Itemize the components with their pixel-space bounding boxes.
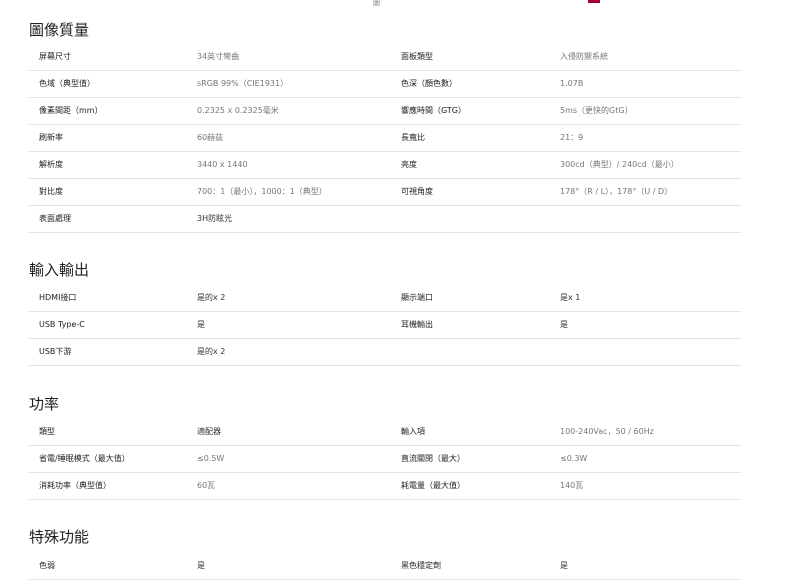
spec-value: 1.07B	[560, 79, 584, 88]
spec-label: 色弱	[39, 561, 55, 570]
spec-value: 21：9	[560, 133, 584, 142]
spec-label: 類型	[39, 427, 55, 436]
spec-label: USB Type-C	[39, 320, 85, 329]
section-title: 功率	[29, 395, 60, 413]
spec-row: 屏幕尺寸 34英寸彎曲 面板類型 入侵防禦系統	[29, 44, 741, 71]
spec-value: 300cd（典型）/ 240cd（最小）	[560, 160, 679, 169]
section-special-features: 特殊功能 色弱 是 黑色穩定劑 是	[29, 526, 741, 580]
spec-label: 耳機輸出	[401, 320, 433, 329]
spec-value: 60赫茲	[197, 133, 224, 142]
spec-value: 是的x 2	[197, 293, 226, 302]
spec-value: 34英寸彎曲	[197, 52, 240, 61]
spec-label: 屏幕尺寸	[39, 52, 71, 61]
spec-label: 顯示端口	[401, 293, 433, 302]
spec-value: 適配器	[197, 427, 221, 436]
spec-value: 是	[560, 320, 568, 329]
spec-label: 省電/睡眠模式（最大值）	[39, 454, 130, 463]
spec-value: 是x 1	[560, 293, 581, 302]
spec-row: 色域（典型值） sRGB 99%（CIE1931） 色深（顏色數） 1.07B	[29, 71, 741, 98]
section-image-quality: 圖像質量 屏幕尺寸 34英寸彎曲 面板類型 入侵防禦系統 色域（典型值） sRG…	[29, 19, 741, 233]
spec-label: 對比度	[39, 187, 63, 196]
spec-label: 響應時間（GTG）	[401, 106, 466, 115]
spec-row: 對比度 700：1（最小），1000：1（典型） 可視角度 178°（R / L…	[29, 179, 741, 206]
spec-row: USB下游 是的x 2	[29, 339, 741, 366]
spec-label: 色域（典型值）	[39, 79, 95, 88]
spec-label: 像素間距（mm）	[39, 106, 103, 115]
spec-label: 面板類型	[401, 52, 433, 61]
section-input-output: 輸入輸出 HDMI接口 是的x 2 顯示端口 是x 1 USB Type-C 是…	[29, 259, 741, 366]
spec-value: 3H防眩光	[197, 214, 233, 223]
spec-value: 0.2325 x 0.2325毫米	[197, 106, 279, 115]
spec-label: 輸入項	[401, 427, 425, 436]
spec-value: 100-240Vac，50 / 60Hz	[560, 427, 654, 436]
spec-value: 140瓦	[560, 481, 584, 490]
spec-label: 消耗功率（典型值）	[39, 481, 111, 490]
spec-row: 消耗功率（典型值） 60瓦 耗電量（最大值） 140瓦	[29, 473, 741, 500]
spec-value: 3440 x 1440	[197, 160, 248, 169]
section-title: 特殊功能	[29, 528, 90, 546]
spec-value: 5ms（更快的GtG）	[560, 106, 633, 115]
spec-value: 是	[197, 320, 205, 329]
spec-value: 60瓦	[197, 481, 216, 490]
spec-row: 色弱 是 黑色穩定劑 是	[29, 553, 741, 580]
spec-row: 解析度 3440 x 1440 亮度 300cd（典型）/ 240cd（最小）	[29, 152, 741, 179]
spec-value: 700：1（最小），1000：1（典型）	[197, 187, 327, 196]
spec-value: 是	[560, 561, 568, 570]
spec-label: 表面處理	[39, 214, 71, 223]
spec-row: USB Type-C 是 耳機輸出 是	[29, 312, 741, 339]
section-power: 功率 類型 適配器 輸入項 100-240Vac，50 / 60Hz 省電/睡眠…	[29, 393, 741, 500]
spec-value: 是	[197, 561, 205, 570]
spec-value: 入侵防禦系統	[560, 52, 608, 61]
spec-label: 黑色穩定劑	[401, 561, 441, 570]
section-title: 輸入輸出	[29, 261, 90, 279]
spec-label: 刷新率	[39, 133, 63, 142]
spec-row: 類型 適配器 輸入項 100-240Vac，50 / 60Hz	[29, 419, 741, 446]
spec-value: ≤0.3W	[560, 454, 588, 463]
spec-label: 直流關閉（最大）	[401, 454, 465, 463]
section-title: 圖像質量	[29, 21, 90, 39]
spec-value: 178°（R / L），178°（U / D）	[560, 187, 673, 196]
spec-row: HDMI接口 是的x 2 顯示端口 是x 1	[29, 285, 741, 312]
spec-value: ≤0.5W	[197, 454, 225, 463]
spec-label: USB下游	[39, 347, 72, 356]
spec-label: 耗電量（最大值）	[401, 481, 465, 490]
spec-label: 亮度	[401, 160, 417, 169]
top-cutoff-text: 圖	[373, 0, 380, 7]
spec-row: 表面處理 3H防眩光	[29, 206, 741, 233]
spec-label: 解析度	[39, 160, 63, 169]
spec-row: 像素間距（mm） 0.2325 x 0.2325毫米 響應時間（GTG） 5ms…	[29, 98, 741, 125]
spec-label: 色深（顏色數）	[401, 79, 457, 88]
spec-label: 可視角度	[401, 187, 433, 196]
top-accent-bar	[588, 0, 600, 3]
spec-row: 刷新率 60赫茲 長寬比 21：9	[29, 125, 741, 152]
spec-value: sRGB 99%（CIE1931）	[197, 79, 289, 88]
spec-label: 長寬比	[401, 133, 425, 142]
spec-row: 省電/睡眠模式（最大值） ≤0.5W 直流關閉（最大） ≤0.3W	[29, 446, 741, 473]
spec-value: 是的x 2	[197, 347, 226, 356]
spec-label: HDMI接口	[39, 293, 77, 302]
